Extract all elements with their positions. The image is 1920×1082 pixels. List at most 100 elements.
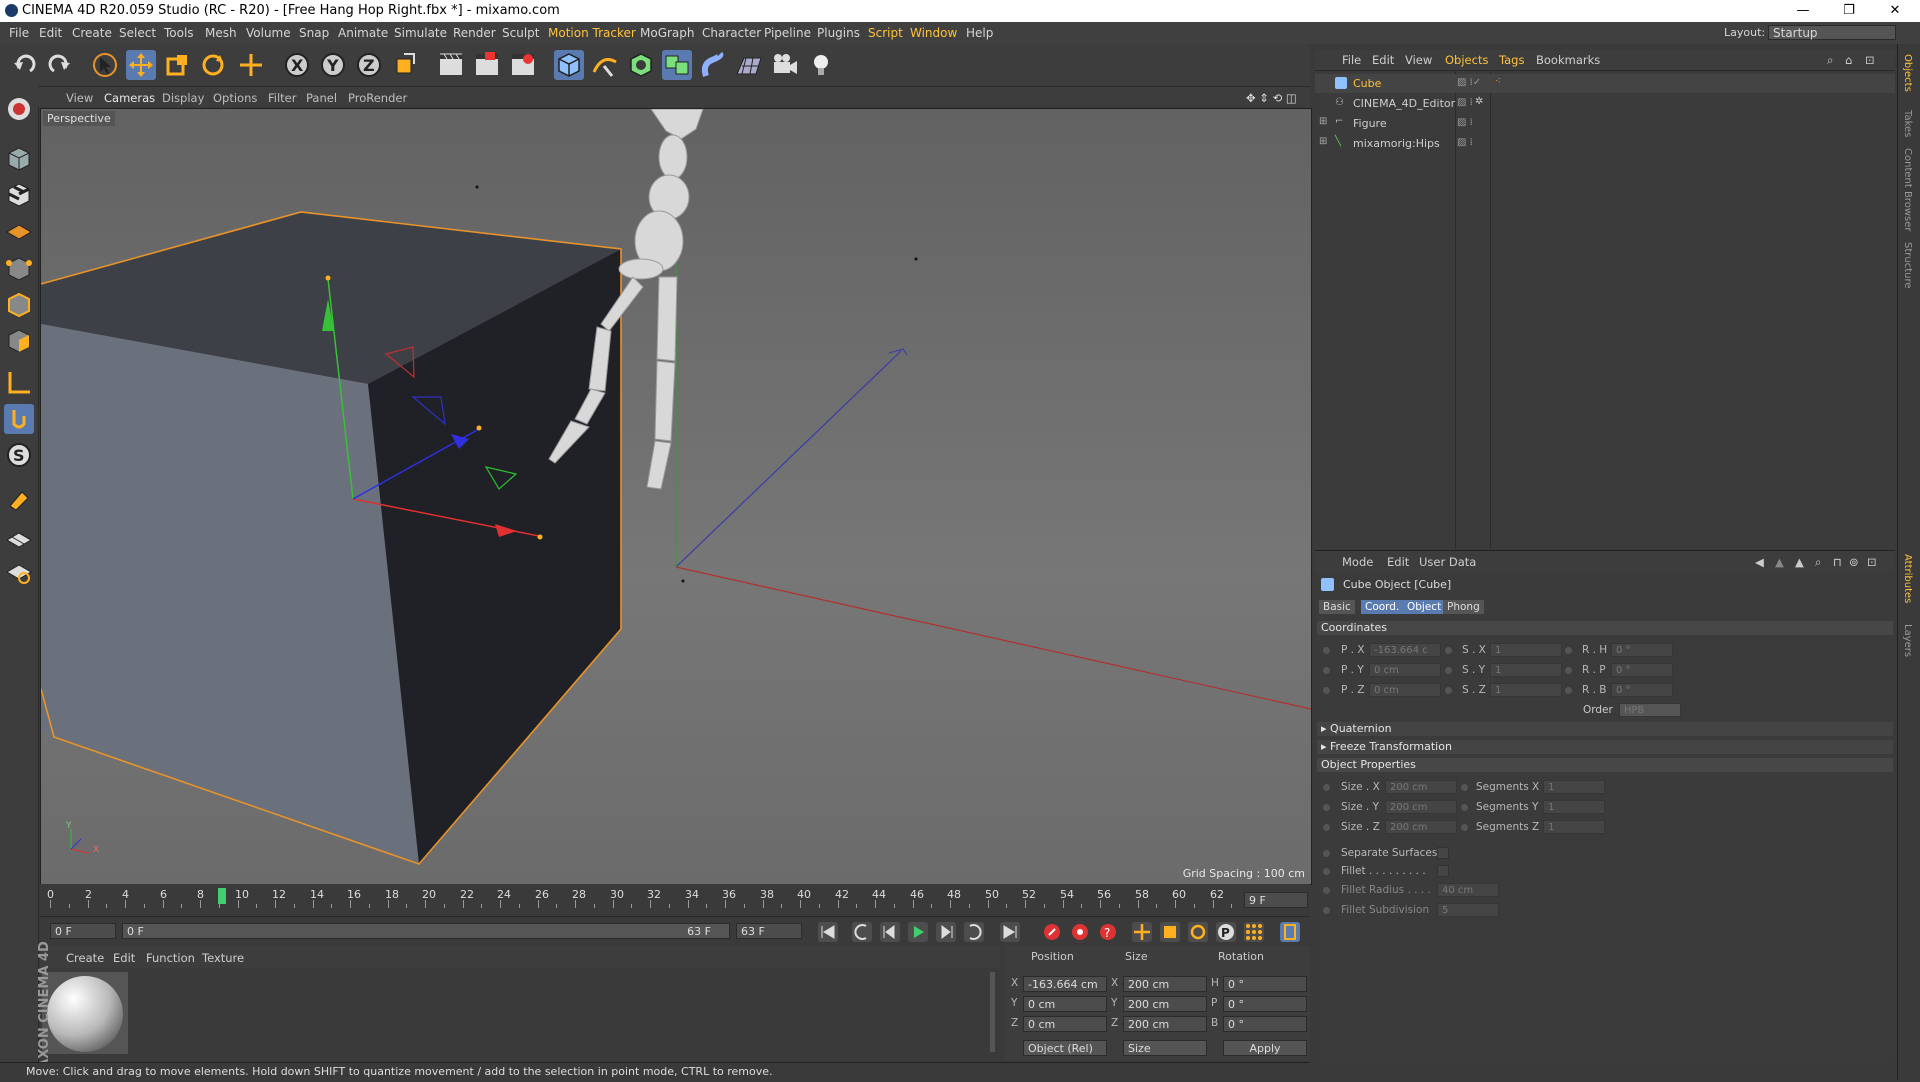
- goto-next-keyframe-icon[interactable]: [964, 922, 984, 942]
- menu-animate[interactable]: Animate: [338, 26, 388, 40]
- close-button[interactable]: ✕: [1872, 0, 1918, 22]
- timeline-ruler[interactable]: 0 2 4 6 8 10 12 14 16 18 20 22 24 26 28 30 32 34 36 38 40 42 4…: [47, 888, 1250, 914]
- camera-icon[interactable]: [770, 50, 800, 80]
- visibility-dots-icon[interactable]: ▨ ⁞: [1457, 137, 1473, 148]
- menu-script[interactable]: Script: [868, 26, 903, 40]
- recent-tool-icon[interactable]: [236, 50, 266, 80]
- tab-basic[interactable]: Basic: [1319, 600, 1355, 614]
- workplane-lock-icon[interactable]: [4, 526, 34, 556]
- object-expand-icon[interactable]: ⊡: [1865, 53, 1875, 67]
- coord-rot-p-field[interactable]: 0 °: [1223, 996, 1307, 1012]
- coordinate-system-icon[interactable]: [390, 50, 420, 80]
- attr-size-z-field[interactable]: 200 cm: [1385, 820, 1457, 834]
- x-axis-lock-icon[interactable]: X: [282, 50, 312, 80]
- object-row-figure[interactable]: ⊞ ⌐ Figure ▨ ⁞: [1315, 114, 1895, 133]
- visibility-dots-icon[interactable]: ▨ ⁞✓: [1457, 77, 1481, 88]
- viewport-menu-view[interactable]: View: [66, 91, 93, 105]
- timeline-frame-field[interactable]: 9 F: [1244, 892, 1308, 908]
- menu-volume[interactable]: Volume: [246, 26, 291, 40]
- edit-render-settings-icon[interactable]: [508, 50, 538, 80]
- attr-rb-field[interactable]: 0 °: [1611, 683, 1673, 697]
- fillet-checkbox[interactable]: [1437, 865, 1449, 877]
- key-pla-icon[interactable]: [1244, 922, 1264, 942]
- viewport-menu-cameras[interactable]: Cameras: [104, 91, 155, 105]
- menu-window[interactable]: Window: [910, 26, 957, 40]
- points-mode-icon[interactable]: [4, 254, 34, 284]
- play-icon[interactable]: [908, 922, 928, 942]
- timeline-window-icon[interactable]: [1280, 922, 1300, 942]
- expand-icon[interactable]: ⊞: [1319, 116, 1327, 127]
- apply-button[interactable]: Apply: [1223, 1040, 1307, 1056]
- menu-sculpt[interactable]: Sculpt: [502, 26, 539, 40]
- attr-menu-edit[interactable]: Edit: [1387, 555, 1409, 569]
- object-menu-edit[interactable]: Edit: [1372, 53, 1394, 67]
- record-keys-icon[interactable]: [1042, 922, 1062, 942]
- side-tab-attributes[interactable]: Attributes: [1902, 554, 1913, 603]
- attr-new-icon[interactable]: ⊡: [1867, 555, 1877, 569]
- attr-size-x-field[interactable]: 200 cm: [1385, 780, 1457, 794]
- autokey-icon[interactable]: [1070, 922, 1090, 942]
- minimize-button[interactable]: —: [1780, 0, 1826, 22]
- 3d-viewport[interactable]: Perspective Y X Grid Spacing : 100 cm: [40, 108, 1312, 885]
- gizmo-y-handle[interactable]: [325, 275, 331, 281]
- attr-size-y-field[interactable]: 200 cm: [1385, 800, 1457, 814]
- make-editable-icon[interactable]: [4, 94, 34, 124]
- keyframe-selection-icon[interactable]: ?: [1098, 922, 1118, 942]
- subdivision-surface-icon[interactable]: [626, 50, 656, 80]
- attr-forward-icon[interactable]: ▲: [1775, 555, 1784, 569]
- material-menu-function[interactable]: Function: [146, 951, 195, 965]
- menu-pipeline[interactable]: Pipeline: [764, 26, 811, 40]
- coord-pos-z-field[interactable]: 0 cm: [1023, 1016, 1107, 1032]
- menu-tools[interactable]: Tools: [164, 26, 194, 40]
- rotate-tool-icon[interactable]: [198, 50, 228, 80]
- coord-rot-h-field[interactable]: 0 °: [1223, 976, 1307, 992]
- camera-label[interactable]: Perspective: [43, 111, 115, 126]
- phong-tag-icon[interactable]: ⁖: [1495, 76, 1501, 87]
- redo-icon[interactable]: [44, 50, 74, 80]
- separate-surfaces-checkbox[interactable]: [1437, 847, 1449, 859]
- coord-size-x-field[interactable]: 200 cm: [1123, 976, 1207, 992]
- attr-py-field[interactable]: 0 cm: [1369, 663, 1441, 677]
- attr-menu-mode[interactable]: Mode: [1342, 555, 1373, 569]
- z-axis-lock-icon[interactable]: Z: [354, 50, 384, 80]
- visibility-dots-icon[interactable]: ▨ ⁞: [1457, 117, 1473, 128]
- object-search-icon[interactable]: ⌕: [1827, 53, 1833, 68]
- attr-sx-field[interactable]: 1: [1490, 643, 1562, 657]
- layout-select[interactable]: Startup: [1768, 25, 1896, 40]
- goto-end-icon[interactable]: [1000, 922, 1020, 942]
- render-picture-viewer-icon[interactable]: [472, 50, 502, 80]
- attr-fillet-subdivision-field[interactable]: 5: [1437, 903, 1499, 917]
- menu-mograph[interactable]: MoGraph: [640, 26, 695, 40]
- viewport-menu-options[interactable]: Options: [213, 91, 257, 105]
- solo-icon[interactable]: S: [4, 440, 34, 470]
- gizmo-x-handle[interactable]: [537, 534, 543, 540]
- viewport-menu-panel[interactable]: Panel: [306, 91, 337, 105]
- goto-start-icon[interactable]: [818, 922, 838, 942]
- section-freeze-transformation[interactable]: ▸ Freeze Transformation: [1317, 740, 1893, 754]
- deformer-icon[interactable]: [698, 50, 728, 80]
- coord-size-y-field[interactable]: 200 cm: [1123, 996, 1207, 1012]
- material-menu-edit[interactable]: Edit: [113, 951, 135, 965]
- side-tab-content-browser[interactable]: Content Browser: [1902, 148, 1913, 231]
- coord-mode-select[interactable]: Object (Rel): [1023, 1040, 1107, 1056]
- object-menu-bookmarks[interactable]: Bookmarks: [1536, 53, 1600, 67]
- attr-fillet-radius-field[interactable]: 40 cm: [1437, 883, 1499, 897]
- menu-render[interactable]: Render: [453, 26, 496, 40]
- side-tab-structure[interactable]: Structure: [1902, 242, 1913, 289]
- menu-create[interactable]: Create: [72, 26, 112, 40]
- coord-pos-x-field[interactable]: -163.664 cm: [1023, 976, 1107, 992]
- menu-help[interactable]: Help: [966, 26, 993, 40]
- object-row-mixamorig-hips[interactable]: ⊞ ╲ mixamorig:Hips ▨ ⁞: [1315, 134, 1895, 153]
- attr-pz-field[interactable]: 0 cm: [1369, 683, 1441, 697]
- menu-plugins[interactable]: Plugins: [817, 26, 860, 40]
- start-frame-field[interactable]: 0 F: [50, 923, 116, 939]
- attr-rh-field[interactable]: 0 °: [1611, 643, 1673, 657]
- coord-pos-y-field[interactable]: 0 cm: [1023, 996, 1107, 1012]
- attr-menu-user-data[interactable]: User Data: [1419, 555, 1476, 569]
- key-parameter-icon[interactable]: P: [1216, 922, 1236, 942]
- attr-px-field[interactable]: -163.664 c: [1369, 643, 1441, 657]
- menu-file[interactable]: File: [9, 26, 29, 40]
- menu-simulate[interactable]: Simulate: [394, 26, 447, 40]
- goto-prev-keyframe-icon[interactable]: [852, 922, 872, 942]
- attr-search-icon[interactable]: ⌕: [1815, 555, 1821, 570]
